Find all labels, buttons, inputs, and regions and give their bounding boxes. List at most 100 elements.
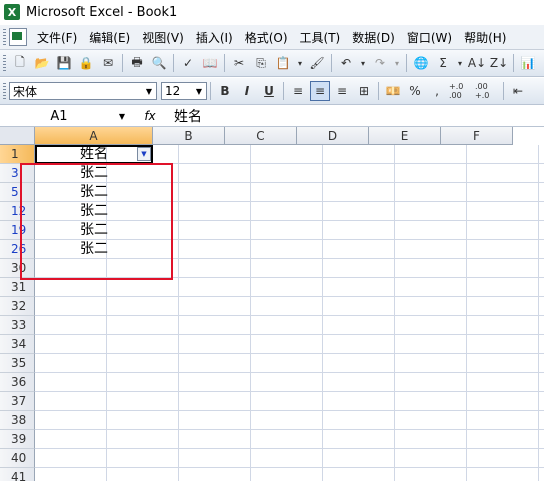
menu-format[interactable]: 格式(O) [239,29,294,46]
font-size-dropdown[interactable]: 12 ▼ [161,82,207,100]
paste-icon[interactable]: 📋 [273,53,293,73]
undo-dropdown-icon[interactable]: ▾ [358,53,368,73]
chart-wizard-icon[interactable]: 📊 [518,53,538,73]
column-header-c[interactable]: C [225,127,297,145]
row-header[interactable]: 1 [0,145,35,164]
column-header-e[interactable]: E [369,127,441,145]
menu-edit[interactable]: 编辑(E) [83,29,136,46]
workbook-icon[interactable] [9,28,27,46]
email-icon[interactable]: ✉ [98,53,118,73]
separator [122,54,123,72]
increase-decimal-button[interactable]: +.0 .00 [449,81,473,101]
italic-button[interactable]: I [237,81,257,101]
row-header[interactable]: 33 [0,316,35,335]
print-preview-icon[interactable]: 🔍 [149,53,169,73]
decrease-decimal-button[interactable]: .00 +.0 [475,81,499,101]
column-header-b[interactable]: B [153,127,225,145]
separator [331,54,332,72]
separator [503,82,504,100]
font-name-dropdown[interactable]: 宋体 ▼ [9,82,157,100]
excel-logo-icon: X [4,4,20,20]
autofilter-dropdown-icon[interactable]: ▼ [137,147,151,161]
separator [224,54,225,72]
bold-button[interactable]: B [215,81,235,101]
paste-dropdown-icon[interactable]: ▾ [295,53,305,73]
name-box[interactable]: A1 ▼ [2,107,130,125]
active-cell-border [35,145,153,164]
separator [378,82,379,100]
menu-file[interactable]: 文件(F) [31,29,83,46]
align-center-icon[interactable]: ≡ [310,81,330,101]
copy-icon[interactable]: ⎘ [251,53,271,73]
align-right-icon[interactable]: ≡ [332,81,352,101]
row-header[interactable]: 37 [0,392,35,411]
column-header-f[interactable]: F [441,127,513,145]
menu-tools[interactable]: 工具(T) [294,29,347,46]
row-header[interactable]: 32 [0,297,35,316]
highlight-annotation-box [20,163,173,280]
chevron-down-icon[interactable]: ▼ [142,83,156,99]
menu-view[interactable]: 视图(V) [136,29,190,46]
menubar-grip-icon[interactable] [3,29,6,45]
row-header[interactable]: 34 [0,335,35,354]
font-size-value: 12 [165,84,181,98]
toolbar-grip-icon[interactable] [3,83,6,99]
autosum-dropdown-icon[interactable]: ▾ [455,53,465,73]
separator [283,82,284,100]
toolbar-grip-icon[interactable] [3,55,6,71]
formatting-toolbar: 宋体 ▼ 12 ▼ B I U ≡ ≡ ≡ ⊞ 💴 % , +.0 .00 .0… [0,78,544,105]
row-header[interactable]: 31 [0,278,35,297]
row-header[interactable]: 38 [0,411,35,430]
redo-dropdown-icon[interactable]: ▾ [392,53,402,73]
hyperlink-icon[interactable]: 🌐 [411,53,431,73]
align-left-icon[interactable]: ≡ [288,81,308,101]
row-header[interactable]: 39 [0,430,35,449]
separator [406,54,407,72]
formula-bar: A1 ▼ fx 姓名 [0,106,544,127]
formula-input[interactable]: 姓名 [174,106,202,126]
sort-descending-icon[interactable]: Z↓ [489,53,509,73]
row-header[interactable]: 36 [0,373,35,392]
percent-button[interactable]: % [405,81,425,101]
chevron-down-icon[interactable]: ▼ [192,83,206,99]
currency-icon[interactable]: 💴 [383,81,403,101]
window-title: Microsoft Excel - Book1 [26,4,178,20]
menu-help[interactable]: 帮助(H) [458,29,512,46]
row-header[interactable]: 35 [0,354,35,373]
format-painter-icon[interactable]: 🖌 [307,53,327,73]
name-box-value: A1 [50,108,68,124]
merge-center-icon[interactable]: ⊞ [354,81,374,101]
research-icon[interactable]: 📖 [200,53,220,73]
new-icon[interactable]: 🗋 [10,53,30,73]
save-icon[interactable]: 💾 [54,53,74,73]
menu-bar: 文件(F) 编辑(E) 视图(V) 插入(I) 格式(O) 工具(T) 数据(D… [0,25,544,50]
row-header[interactable]: 40 [0,449,35,468]
print-icon[interactable]: 🖶 [127,53,147,73]
menu-window[interactable]: 窗口(W) [401,29,458,46]
menu-data[interactable]: 数据(D) [346,29,401,46]
column-header-a[interactable]: A [35,127,153,145]
autosum-icon[interactable]: Σ [433,53,453,73]
spelling-icon[interactable]: ✓ [178,53,198,73]
select-all-corner[interactable] [0,127,35,145]
worksheet-grid: ABCDEF 1 3 5 12 19 26 30 31 32 33 34 35 36 37 38 39 40 41… [0,127,544,481]
standard-toolbar: 🗋 📂 💾 🔒 ✉ 🖶 🔍 ✓ 📖 ✂ ⎘ 📋 ▾ 🖌 ↶ ▾ ↷ ▾ 🌐 Σ … [0,50,544,77]
row-header[interactable]: 41 [0,468,35,481]
separator [513,54,514,72]
decrease-indent-icon[interactable]: ⇤ [508,81,528,101]
separator [210,82,211,100]
separator [173,54,174,72]
title-bar: X Microsoft Excel - Book1 [0,0,544,24]
underline-button[interactable]: U [259,81,279,101]
column-header-d[interactable]: D [297,127,369,145]
fx-icon[interactable]: fx [130,109,170,123]
menu-insert[interactable]: 插入(I) [190,29,239,46]
redo-icon[interactable]: ↷ [370,53,390,73]
comma-button[interactable]: , [427,81,447,101]
undo-icon[interactable]: ↶ [336,53,356,73]
permission-icon[interactable]: 🔒 [76,53,96,73]
open-icon[interactable]: 📂 [32,53,52,73]
cut-icon[interactable]: ✂ [229,53,249,73]
chevron-down-icon[interactable]: ▼ [115,112,129,121]
sort-ascending-icon[interactable]: A↓ [467,53,487,73]
